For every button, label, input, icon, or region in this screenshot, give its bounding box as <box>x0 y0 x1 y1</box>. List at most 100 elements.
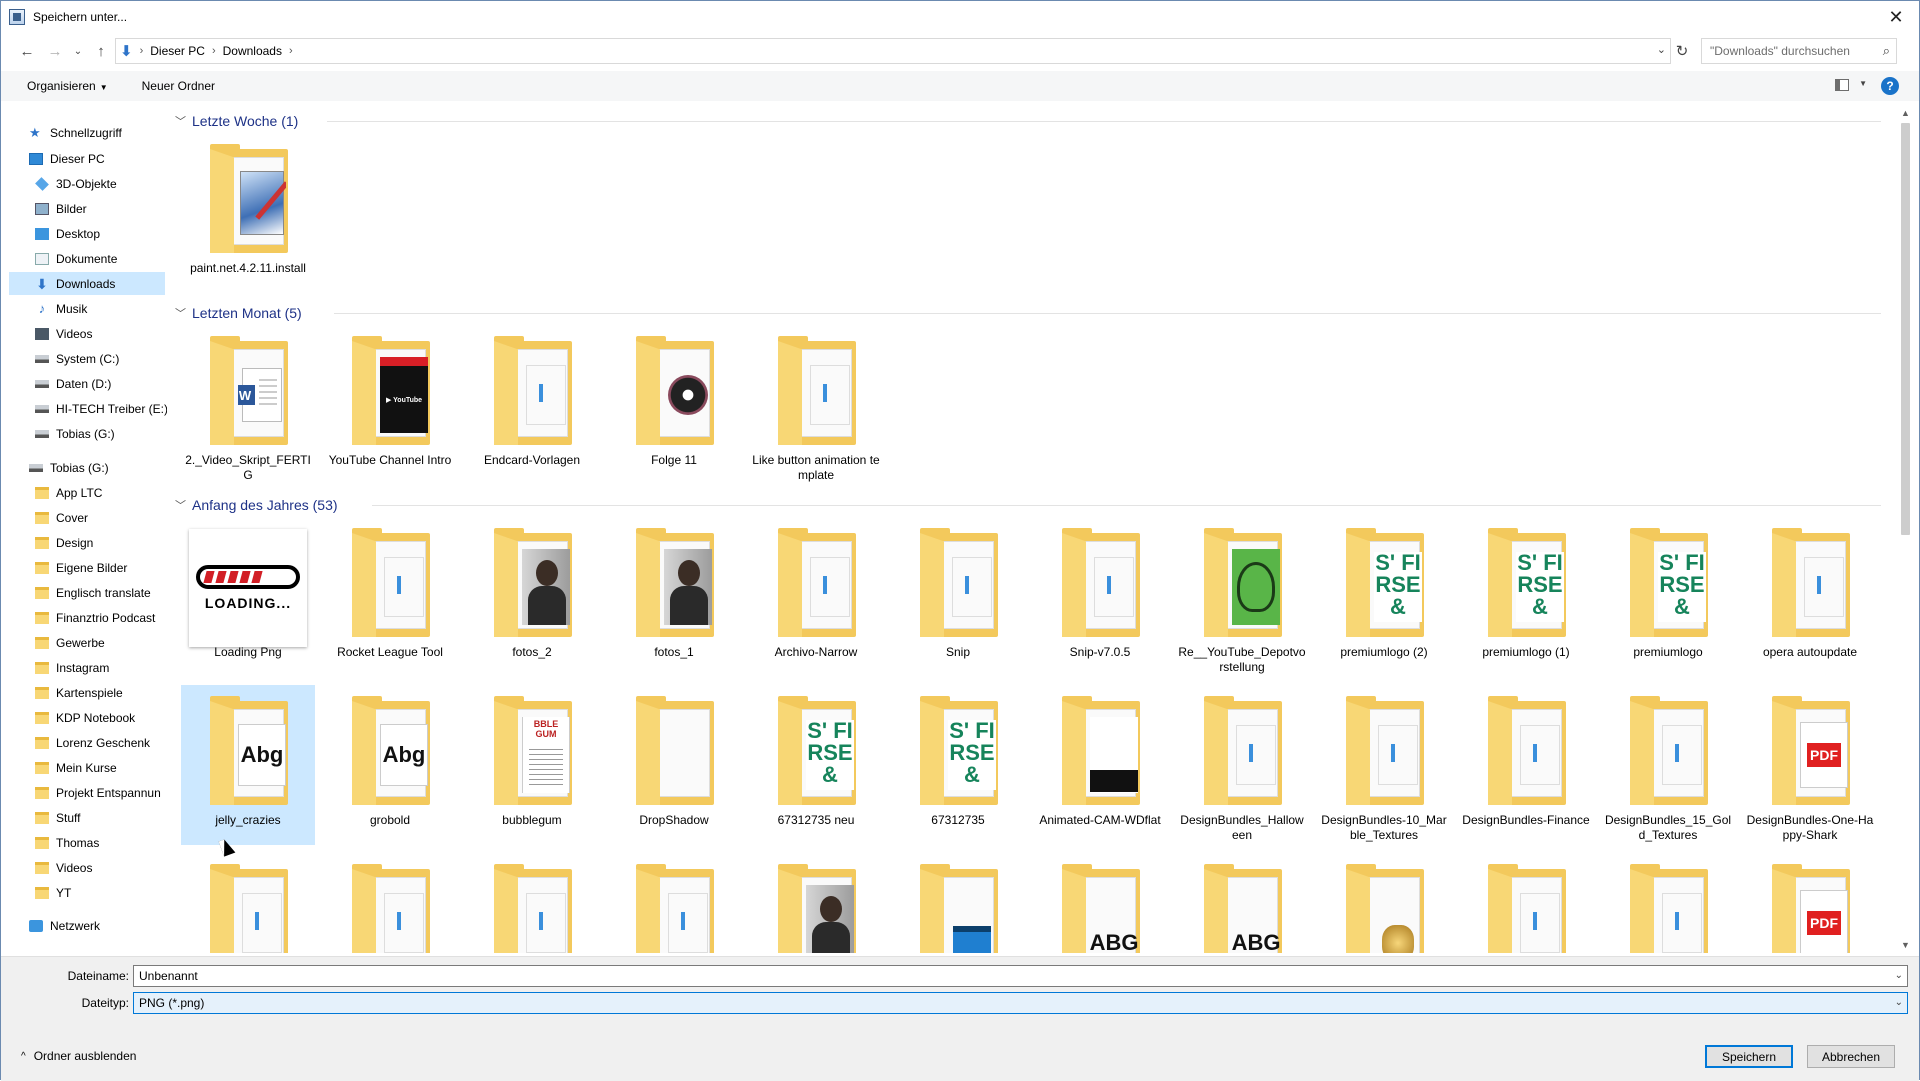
folder-item[interactable]: ABG <box>1175 853 1309 953</box>
save-button[interactable]: Speichern <box>1705 1045 1793 1068</box>
sidebar-item[interactable]: ♪ Musik <box>9 297 165 320</box>
view-options-icon[interactable] <box>1835 79 1849 91</box>
sidebar-item[interactable]: Mein Kurse <box>9 756 165 779</box>
breadcrumb-separator-icon[interactable]: › <box>289 45 293 57</box>
sidebar-item[interactable]: Netzwerk <box>9 914 165 937</box>
sidebar-item[interactable]: Thomas <box>9 831 165 854</box>
folder-item[interactable]: Re__YouTube_Depotvorstellung <box>1175 517 1309 677</box>
chevron-down-icon[interactable]: ⌄ <box>1895 970 1903 981</box>
sidebar-item[interactable]: Videos <box>9 322 165 345</box>
folder-item[interactable] <box>891 853 1025 953</box>
up-button[interactable]: ↑ <box>87 37 115 65</box>
breadcrumb-separator-icon[interactable]: › <box>212 45 216 57</box>
folder-item[interactable] <box>1459 853 1593 953</box>
breadcrumb-separator-icon[interactable]: › <box>140 45 144 57</box>
folder-item[interactable]: paint.net.4.2.11.install <box>181 133 315 293</box>
folder-item[interactable]: opera autoupdate <box>1743 517 1877 677</box>
sidebar-item[interactable]: Kartenspiele <box>9 681 165 704</box>
sidebar-item[interactable]: ⬇ Downloads <box>9 272 165 295</box>
forward-button[interactable]: → <box>41 37 69 65</box>
folder-item[interactable]: fotos_1 <box>607 517 741 677</box>
folder-item[interactable] <box>607 853 741 953</box>
folder-item[interactable]: S' FI RSE & premiumlogo <box>1601 517 1735 677</box>
folder-item[interactable]: S' FI RSE & premiumlogo (1) <box>1459 517 1593 677</box>
group-header[interactable]: ﹀ Anfang des Jahres (53) <box>175 495 338 515</box>
view-caret-icon[interactable]: ▼ <box>1859 79 1867 88</box>
back-button[interactable]: ← <box>13 37 41 65</box>
scroll-up-icon[interactable]: ▲ <box>1897 105 1914 121</box>
sidebar-item[interactable]: 3D-Objekte <box>9 172 165 195</box>
folder-item[interactable]: PDF <box>1743 853 1877 953</box>
address-bar[interactable]: ⬇ › Dieser PC › Downloads › ⌄ <box>115 38 1671 64</box>
folder-item[interactable] <box>181 853 315 953</box>
close-button[interactable]: ✕ <box>1873 1 1919 33</box>
folder-item[interactable]: S' FI RSE & 67312735 <box>891 685 1025 845</box>
folder-item[interactable] <box>749 853 883 953</box>
folder-item[interactable]: BBLE GUM bubblegum <box>465 685 599 845</box>
sidebar-item[interactable]: YT <box>9 881 165 904</box>
folder-item[interactable]: S' FI RSE & 67312735 neu <box>749 685 883 845</box>
folder-item[interactable]: Animated-CAM-WDflat <box>1033 685 1167 845</box>
sidebar-item[interactable]: ★ Schnellzugriff <box>9 121 165 144</box>
folder-item[interactable]: DesignBundles-Finance <box>1459 685 1593 845</box>
sidebar-item[interactable]: Stuff <box>9 806 165 829</box>
folder-item[interactable]: DesignBundles_15_Gold_Textures <box>1601 685 1735 845</box>
sidebar-item[interactable]: Videos <box>9 856 165 879</box>
sidebar-item[interactable]: Daten (D:) <box>9 372 165 395</box>
sidebar-item[interactable]: Tobias (G:) <box>9 422 165 445</box>
search-input[interactable]: "Downloads" durchsuchen ⌕ <box>1701 38 1897 64</box>
folder-item[interactable]: Like button animation template <box>749 325 883 485</box>
sidebar-item[interactable]: Lorenz Geschenk <box>9 731 165 754</box>
sidebar-item[interactable]: Projekt Entspannun <box>9 781 165 804</box>
sidebar-item[interactable]: System (C:) <box>9 347 165 370</box>
sidebar-item[interactable]: Design <box>9 531 165 554</box>
help-button[interactable]: ? <box>1881 77 1899 95</box>
sidebar-item[interactable]: Gewerbe <box>9 631 165 654</box>
organize-button[interactable]: Organisieren ▼ <box>27 79 108 93</box>
folder-item[interactable]: DesignBundles_Halloween <box>1175 685 1309 845</box>
sidebar-item[interactable]: Dieser PC <box>9 147 165 170</box>
sidebar-item[interactable]: Bilder <box>9 197 165 220</box>
vertical-scrollbar[interactable]: ▲ ▼ <box>1897 105 1914 953</box>
folder-item[interactable]: DropShadow <box>607 685 741 845</box>
folder-item[interactable]: Snip <box>891 517 1025 677</box>
folder-item[interactable] <box>323 853 457 953</box>
folder-item[interactable] <box>1601 853 1735 953</box>
folder-item[interactable]: ABG <box>1033 853 1167 953</box>
folder-item[interactable]: Folge 11 <box>607 325 741 485</box>
cancel-button[interactable]: Abbrechen <box>1807 1045 1895 1068</box>
filetype-select[interactable]: PNG (*.png) ⌄ <box>133 992 1908 1014</box>
folder-item[interactable]: Archivo-Narrow <box>749 517 883 677</box>
folder-item[interactable]: ▶ YouTube YouTube Channel Intro <box>323 325 457 485</box>
sidebar-item[interactable]: KDP Notebook <box>9 706 165 729</box>
sidebar-item[interactable]: HI-TECH Treiber (E:) <box>9 397 167 420</box>
sidebar-item[interactable]: Englisch translate <box>9 581 165 604</box>
sidebar-item[interactable]: Eigene Bilder <box>9 556 165 579</box>
folder-item[interactable]: DesignBundles-10_Marble_Textures <box>1317 685 1451 845</box>
folder-item[interactable] <box>465 853 599 953</box>
sidebar-item[interactable]: Cover <box>9 506 165 529</box>
scrollbar-thumb[interactable] <box>1901 123 1910 535</box>
scroll-down-icon[interactable]: ▼ <box>1897 937 1914 953</box>
sidebar-item[interactable]: App LTC <box>9 481 165 504</box>
address-dropdown-icon[interactable]: ⌄ <box>1657 43 1666 56</box>
folder-item[interactable]: S' FI RSE & premiumlogo (2) <box>1317 517 1451 677</box>
sidebar-item[interactable]: Desktop <box>9 222 165 245</box>
folder-item[interactable]: Endcard-Vorlagen <box>465 325 599 485</box>
sidebar-item[interactable]: Instagram <box>9 656 165 679</box>
recent-locations-button[interactable]: ⌄ <box>69 37 87 65</box>
group-header[interactable]: ﹀ Letzten Monat (5) <box>175 303 302 323</box>
chevron-down-icon[interactable]: ⌄ <box>1895 997 1903 1008</box>
group-header[interactable]: ﹀ Letzte Woche (1) <box>175 111 298 131</box>
filename-field[interactable]: Unbenannt ⌄ <box>133 965 1908 987</box>
sidebar-item[interactable]: Finanztrio Podcast <box>9 606 165 629</box>
refresh-button[interactable]: ↻ <box>1668 37 1696 65</box>
breadcrumb-this-pc[interactable]: Dieser PC <box>150 44 205 58</box>
hide-folders-button[interactable]: ^ Ordner ausblenden <box>21 1049 136 1063</box>
folder-item[interactable]: W 2._Video_Skript_FERTIG <box>181 325 315 485</box>
folder-item[interactable] <box>1317 853 1451 953</box>
folder-item[interactable]: fotos_2 <box>465 517 599 677</box>
new-folder-button[interactable]: Neuer Ordner <box>142 79 215 93</box>
folder-item[interactable]: Rocket League Tool <box>323 517 457 677</box>
sidebar-item[interactable]: Dokumente <box>9 247 165 270</box>
